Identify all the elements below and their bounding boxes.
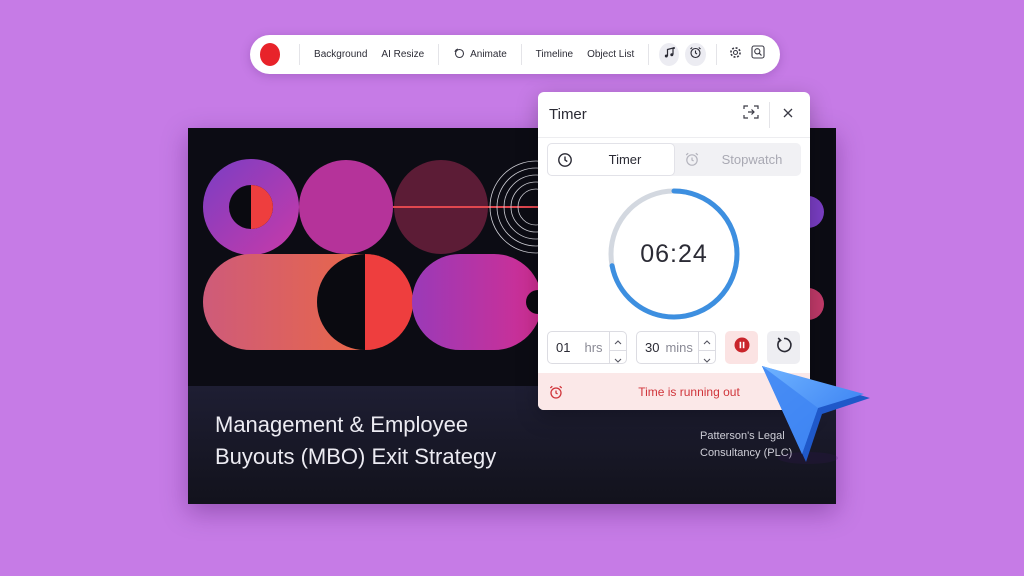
timeline-button[interactable]: Timeline bbox=[529, 49, 580, 60]
countdown-display: 06:24 bbox=[640, 239, 708, 268]
music-icon bbox=[663, 46, 676, 64]
animate-button[interactable]: Animate bbox=[446, 47, 514, 62]
toolbar-divider bbox=[715, 44, 717, 65]
timer-toggle-button[interactable] bbox=[685, 43, 706, 66]
countdown-ring: 06:24 bbox=[607, 187, 741, 321]
pause-icon bbox=[734, 337, 750, 358]
hours-value: 01 bbox=[556, 340, 571, 355]
header-divider bbox=[769, 101, 770, 128]
chevron-down-icon bbox=[614, 351, 622, 369]
pointer-cursor-icon bbox=[762, 366, 870, 464]
timer-panel-title: Timer bbox=[549, 106, 587, 123]
minimize-panel-button[interactable] bbox=[739, 103, 763, 127]
background-label: Background bbox=[314, 49, 368, 60]
hours-field[interactable]: 01 hrs bbox=[547, 331, 627, 364]
zoom-search-icon bbox=[751, 45, 765, 64]
gear-icon bbox=[729, 46, 742, 64]
alarm-clock-icon bbox=[689, 46, 702, 64]
hours-decrement-button[interactable] bbox=[610, 350, 626, 369]
toolbar-divider bbox=[648, 44, 650, 65]
animate-label: Animate bbox=[470, 49, 507, 60]
background-button[interactable]: Background bbox=[307, 49, 374, 60]
toolbar-divider bbox=[520, 44, 522, 65]
chevron-up-icon bbox=[703, 332, 711, 350]
minutes-decrement-button[interactable] bbox=[699, 350, 715, 369]
close-panel-button[interactable] bbox=[776, 103, 800, 127]
alarm-clock-icon bbox=[548, 384, 564, 405]
timeline-label: Timeline bbox=[535, 49, 574, 60]
hours-stepper bbox=[609, 332, 626, 363]
toolbar-divider bbox=[438, 44, 440, 65]
close-icon bbox=[782, 106, 794, 124]
settings-button[interactable] bbox=[725, 44, 744, 66]
chevron-up-icon bbox=[614, 332, 622, 350]
slide-title-line-1: Management & Employee bbox=[215, 412, 469, 437]
minutes-stepper bbox=[698, 332, 715, 363]
animate-icon bbox=[453, 47, 465, 62]
hours-unit: hrs bbox=[584, 340, 603, 355]
record-button[interactable] bbox=[260, 43, 281, 66]
clock-icon bbox=[557, 152, 573, 171]
chevron-down-icon bbox=[703, 351, 711, 369]
timer-mode-tabs: Timer Stopwatch bbox=[547, 143, 801, 176]
object-list-button[interactable]: Object List bbox=[580, 49, 641, 60]
slide-title-line-2: Buyouts (MBO) Exit Strategy bbox=[215, 444, 497, 469]
editor-toolbar: Background AI Resize Animate Timeline Ob… bbox=[250, 35, 780, 74]
minimize-icon bbox=[743, 105, 759, 124]
minutes-unit: mins bbox=[665, 340, 693, 355]
minutes-field[interactable]: 30 mins bbox=[636, 331, 716, 364]
zoom-button[interactable] bbox=[749, 44, 768, 66]
ai-resize-button[interactable]: AI Resize bbox=[374, 49, 431, 60]
toolbar-divider bbox=[299, 44, 301, 65]
tab-timer[interactable]: Timer bbox=[547, 143, 675, 176]
alarm-clock-icon bbox=[684, 151, 700, 170]
music-button[interactable] bbox=[659, 43, 680, 66]
slide-title: Management & Employee Buyouts (MBO) Exit… bbox=[215, 409, 575, 473]
object-list-label: Object List bbox=[587, 49, 635, 60]
tab-stopwatch[interactable]: Stopwatch bbox=[675, 143, 801, 176]
ai-resize-label: AI Resize bbox=[381, 49, 425, 60]
reset-icon bbox=[775, 336, 793, 359]
hours-increment-button[interactable] bbox=[610, 332, 626, 350]
minutes-increment-button[interactable] bbox=[699, 332, 715, 350]
timer-panel-header: Timer bbox=[538, 92, 810, 138]
minutes-value: 30 bbox=[645, 340, 660, 355]
